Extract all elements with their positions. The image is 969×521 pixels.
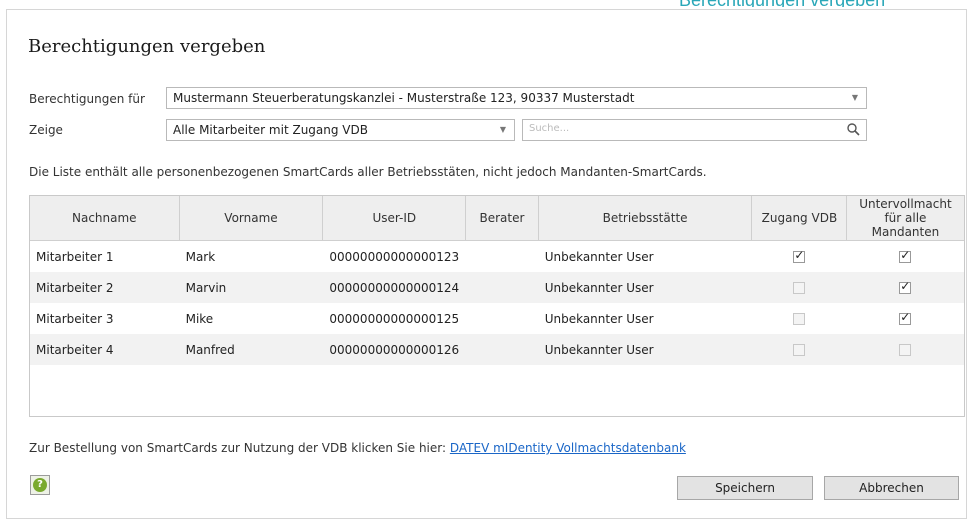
cancel-button[interactable]: Abbrechen — [824, 476, 959, 500]
berechtigungen-select[interactable]: Mustermann Steuerberatungskanzlei - Must… — [166, 87, 867, 109]
untervollmacht-checkbox[interactable] — [899, 344, 912, 356]
zeige-select[interactable]: Alle Mitarbeiter mit Zugang VDB ▼ — [166, 119, 515, 141]
cell-betriebsstaette: Unbekannter User — [544, 249, 654, 264]
zeige-label: Zeige — [29, 123, 63, 137]
checkmark-icon: ✓ — [900, 279, 911, 293]
cell-berater — [466, 241, 539, 273]
table-row[interactable]: Mitarbeiter 3 Mike 00000000000000125 Unb… — [30, 303, 964, 334]
untervollmacht-checkbox[interactable]: ✓ — [899, 248, 912, 263]
table-row[interactable]: Mitarbeiter 1 Mark 00000000000000123 Unb… — [30, 241, 964, 273]
untervollmacht-checkbox[interactable]: ✓ — [899, 310, 912, 325]
cell-berater — [465, 334, 539, 365]
zugang-vdb-checkbox[interactable] — [793, 344, 806, 356]
save-button[interactable]: Speichern — [677, 476, 813, 500]
cell-vorname: Marvin — [179, 272, 323, 303]
cell-userid: 00000000000000125 — [329, 311, 460, 326]
chevron-down-icon: ▼ — [851, 93, 858, 102]
col-header-zugang-vdb[interactable]: Zugang VDB — [751, 196, 848, 241]
header-decoration: Berechtigungen vergeben — [679, 0, 885, 7]
vollmachtsdatenbank-link[interactable]: DATEV mIDentity Vollmachtsdatenbank — [450, 441, 686, 455]
checkmark-icon: ✓ — [900, 248, 911, 262]
berechtigungen-label: Berechtigungen für — [29, 92, 145, 106]
help-button[interactable]: ? — [30, 475, 50, 495]
search-icon[interactable] — [846, 122, 860, 136]
cell-vorname: Mark — [185, 249, 216, 264]
search-input[interactable]: Suche... — [522, 119, 867, 141]
col-header-untervollmacht[interactable]: Untervollmacht für alle Mandanten — [846, 196, 964, 241]
cell-berater — [466, 303, 539, 334]
cell-userid: 00000000000000123 — [329, 249, 460, 264]
chevron-down-icon: ▼ — [499, 125, 506, 134]
cell-nachname: Mitarbeiter 2 — [30, 272, 180, 303]
order-hint: Zur Bestellung von SmartCards zur Nutzun… — [29, 441, 686, 455]
cell-nachname: Mitarbeiter 4 — [30, 334, 180, 365]
zeige-select-value: Alle Mitarbeiter mit Zugang VDB — [173, 123, 368, 137]
checkmark-icon: ✓ — [794, 248, 805, 262]
cell-berater — [465, 272, 539, 303]
dialog-title: Berechtigungen vergeben — [28, 36, 266, 57]
col-header-userid[interactable]: User-ID — [322, 196, 467, 241]
table-row[interactable]: Mitarbeiter 4 Manfred 00000000000000126 … — [30, 334, 964, 365]
col-header-berater[interactable]: Berater — [465, 196, 539, 241]
zugang-vdb-checkbox[interactable] — [793, 313, 806, 325]
cell-betriebsstaette: Unbekannter User — [538, 272, 752, 303]
cell-betriebsstaette: Unbekannter User — [544, 311, 654, 326]
untervollmacht-checkbox[interactable]: ✓ — [899, 279, 912, 294]
top-strip: Berechtigungen vergeben — [0, 0, 969, 7]
checkmark-icon: ✓ — [900, 310, 911, 324]
cell-vorname: Manfred — [179, 334, 323, 365]
zugang-vdb-checkbox[interactable]: ✓ — [793, 248, 806, 263]
col-header-betriebsstaette[interactable]: Betriebsstätte — [538, 196, 753, 241]
table-row[interactable]: Mitarbeiter 2 Marvin 00000000000000124 U… — [30, 272, 964, 303]
cell-vorname: Mike — [185, 311, 214, 326]
table-header-row: Nachname Vorname User-ID Berater Betrieb… — [30, 196, 964, 241]
col-header-vorname[interactable]: Vorname — [179, 196, 324, 241]
berechtigungen-select-value: Mustermann Steuerberatungskanzlei - Must… — [173, 91, 635, 105]
search-placeholder: Suche... — [529, 123, 570, 134]
col-header-nachname[interactable]: Nachname — [30, 196, 180, 241]
cell-nachname: Mitarbeiter 1 — [36, 249, 114, 264]
help-icon: ? — [33, 478, 47, 492]
zugang-vdb-checkbox[interactable] — [793, 282, 806, 294]
smartcard-table: Nachname Vorname User-ID Berater Betrieb… — [29, 195, 965, 417]
cell-betriebsstaette: Unbekannter User — [538, 334, 752, 365]
cell-userid: 00000000000000124 — [322, 272, 466, 303]
svg-text:Berechtigungen vergeben: Berechtigungen vergeben — [679, 0, 885, 7]
info-text: Die Liste enthält alle personenbezogenen… — [29, 165, 707, 179]
order-hint-text: Zur Bestellung von SmartCards zur Nutzun… — [29, 441, 450, 455]
cell-userid: 00000000000000126 — [322, 334, 466, 365]
cell-nachname: Mitarbeiter 3 — [36, 311, 114, 326]
